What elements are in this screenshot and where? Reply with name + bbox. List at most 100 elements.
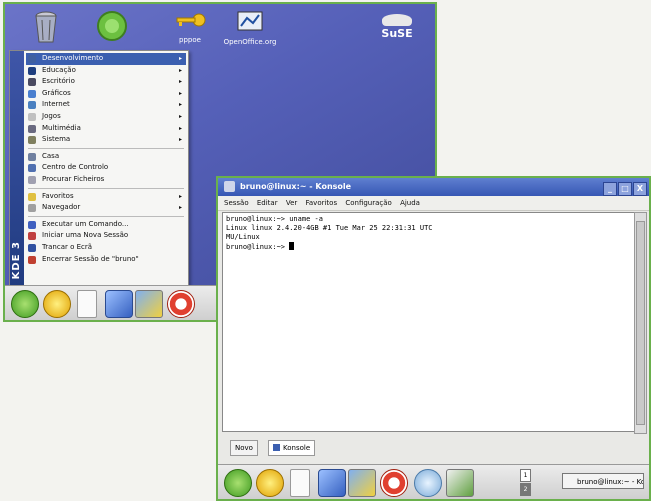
pager-desktop-2[interactable]: 2 [520,483,531,496]
internet-icon [28,101,36,110]
menu-item-procurar-ficheiros[interactable]: Procurar Ficheiros [26,174,186,186]
multimedia-icon [28,124,36,133]
help-lifebuoy-icon[interactable] [167,290,195,318]
lock-screen-icon [28,243,36,252]
development-icon [28,55,36,63]
lightning-launcher-icon[interactable] [256,469,284,497]
session-tab-bar: Novo Konsole [218,436,649,458]
browser-icon [28,204,36,213]
menu-item-encerrar-sessao[interactable]: Encerrar Sessão de "bruno" [26,254,186,266]
pager-desktop-1[interactable]: 1 [520,469,531,482]
document-launcher-icon[interactable] [77,290,97,318]
home-launcher-icon[interactable] [105,290,133,318]
help-lifebuoy-icon[interactable] [380,469,408,497]
scrollbar-thumb[interactable] [636,221,645,425]
window-titlebar[interactable]: bruno@linux:~ - Konsole _ □ X [218,178,649,196]
openoffice-desktop-icon[interactable]: OpenOffice.org [215,10,285,46]
menu-item-executar-comando[interactable]: Executar um Comando... [26,219,186,231]
document-launcher-icon[interactable] [290,469,310,497]
submenu-arrow-icon: ▸ [178,112,182,120]
trash-icon [35,11,57,43]
office-icon [28,78,36,87]
terminal-tab-icon [273,444,280,451]
window-title: bruno@linux:~ - Konsole [240,182,352,191]
menu-item-escritorio[interactable]: Escritório ▸ [26,76,186,88]
lightning-launcher-icon[interactable] [43,290,71,318]
submenu-arrow-icon: ▸ [178,192,182,200]
submenu-arrow-icon: ▸ [178,136,182,144]
menu-ver[interactable]: Ver [286,199,297,207]
trash-desktop-icon[interactable] [11,10,81,48]
k-menu: KDE 3 Desenvolvimento ▸ Educação ▸ Escritó… [9,50,189,288]
kde-ball-icon [97,11,127,41]
submenu-arrow-icon: ▸ [178,66,182,74]
menu-separator [28,147,184,149]
konsole-screenshot: bruno@linux:~ - Konsole _ □ X Sessão Edita… [216,176,651,501]
submenu-arrow-icon: ▸ [178,89,182,97]
menu-bar: Sessão Editar Ver Favoritos Configuração… [218,196,649,211]
graphics-icon [28,89,36,98]
editor-launcher-icon[interactable] [348,469,376,497]
new-session-button[interactable]: Novo [230,440,258,456]
menu-item-internet[interactable]: Internet ▸ [26,99,186,111]
menu-ajuda[interactable]: Ajuda [400,199,420,207]
kde-panel: 1 2 bruno@linux:~ - Konsole [218,464,649,499]
terminal-scrollbar[interactable] [634,212,647,434]
menu-item-favoritos[interactable]: Favoritos ▸ [26,191,186,203]
maximize-button[interactable]: □ [618,182,632,196]
menu-item-desenvolvimento[interactable]: Desenvolvimento ▸ [26,53,186,65]
submenu-arrow-icon: ▸ [178,78,182,86]
editor-launcher-icon[interactable] [135,290,163,318]
taskbar-konsole-label: bruno@linux:~ - Konsole [577,478,643,486]
run-command-icon [28,220,36,229]
menu-separator [28,215,184,217]
find-files-icon [28,175,36,184]
k-menu-list: Desenvolvimento ▸ Educação ▸ Escritório ▸ G… [26,53,186,265]
menu-item-navegador[interactable]: Navegador ▸ [26,202,186,214]
k-menu-button[interactable] [11,290,39,318]
tab-konsole[interactable]: Konsole [268,440,316,456]
menu-item-multimedia[interactable]: Multimédia ▸ [26,123,186,135]
menu-item-trancar-ecra[interactable]: Trancar o Ecrã [26,242,186,254]
control-center-icon [28,164,36,173]
menu-sessao[interactable]: Sessão [224,199,249,207]
menu-item-nova-sessao[interactable]: Iniciar uma Nova Sessão [26,230,186,242]
menu-item-jogos[interactable]: Jogos ▸ [26,111,186,123]
terminal-cursor [289,242,295,250]
kde-desktop-icon[interactable] [77,10,147,46]
k-menu-button[interactable] [224,469,252,497]
menu-item-educacao[interactable]: Educação ▸ [26,65,186,77]
chameleon-icon [382,14,412,26]
menu-item-centro-de-controlo[interactable]: Centro de Controlo [26,162,186,174]
submenu-arrow-icon: ▸ [178,55,182,62]
suse-logo: SuSE [373,14,421,40]
fish-launcher-icon[interactable] [414,469,442,497]
star-icon [28,192,36,201]
menu-separator [28,187,184,189]
terminal-line: Linux linux 2.4.20-4GB #1 Tue Mar 25 22:… [226,224,433,232]
home-icon [28,152,36,161]
menu-configuracao[interactable]: Configuração [345,199,391,207]
menu-editar[interactable]: Editar [257,199,278,207]
office-launcher-icon[interactable] [446,469,474,497]
system-icon [28,136,36,145]
close-button[interactable]: X [633,182,647,196]
terminal-line: MU/Linux [226,233,260,241]
minimize-button[interactable]: _ [603,182,617,196]
terminal-prompt-line: bruno@linux:~> [226,242,631,252]
logout-icon [28,255,36,264]
games-icon [28,112,36,121]
home-launcher-icon[interactable] [318,469,346,497]
terminal-area[interactable]: bruno@linux:~> uname -a Linux linux 2.4.… [222,212,635,432]
taskbar-konsole-button[interactable]: bruno@linux:~ - Konsole [562,473,644,489]
submenu-arrow-icon: ▸ [178,204,182,212]
kde-brand-label: KDE 3 [11,240,22,279]
key-icon [176,13,206,27]
menu-item-sistema[interactable]: Sistema ▸ [26,134,186,146]
menu-favoritos[interactable]: Favoritos [306,199,338,207]
terminal-line: bruno@linux:~> uname -a [226,215,323,223]
menu-item-graficos[interactable]: Gráficos ▸ [26,88,186,100]
menu-item-casa[interactable]: Casa [26,151,186,163]
submenu-arrow-icon: ▸ [178,101,182,109]
konsole-window-icon [224,181,235,192]
